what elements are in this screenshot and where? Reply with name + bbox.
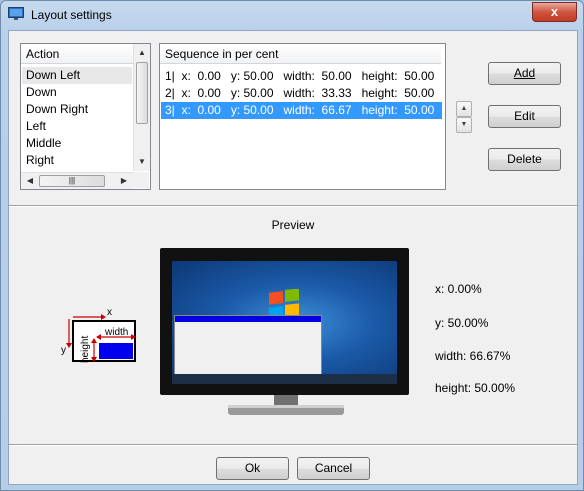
action-vertical-scrollbar[interactable]: ▲ ▼ <box>133 44 150 171</box>
desktop-screen <box>172 261 397 384</box>
action-list[interactable]: Action Down Left Down Down Right Left Mi… <box>20 43 151 190</box>
scroll-up-icon[interactable]: ▲ <box>134 45 150 61</box>
action-item[interactable]: Down Left <box>22 67 132 84</box>
window-title: Layout settings <box>31 8 112 22</box>
action-item[interactable]: Right <box>22 152 132 169</box>
action-item[interactable]: Down <box>22 84 132 101</box>
scroll-down-icon[interactable]: ▼ <box>134 154 150 170</box>
edit-button[interactable]: Edit <box>488 105 561 128</box>
up-arrow-icon: ▲ <box>460 105 468 112</box>
legend-y-label: y <box>61 345 66 356</box>
ok-button[interactable]: Ok <box>216 457 289 480</box>
legend-height-label: height <box>80 336 91 363</box>
layout-window-titlebar <box>175 316 321 322</box>
dialog-body: Action Down Left Down Down Right Left Mi… <box>8 30 578 485</box>
preview-width-value: width: 66.67% <box>435 349 511 363</box>
layout-legend-diagram: x y width height <box>61 307 136 363</box>
ok-button-label: Ok <box>244 461 261 475</box>
delete-button-label: Delete <box>507 152 542 166</box>
taskbar <box>172 374 397 384</box>
scroll-thumb[interactable] <box>136 62 148 124</box>
monitor-stand <box>228 395 344 415</box>
delete-button[interactable]: Delete <box>488 148 561 171</box>
move-down-button[interactable]: ▼ <box>456 117 472 133</box>
action-item[interactable]: Left <box>22 118 132 135</box>
down-arrow-icon: ▼ <box>460 121 468 128</box>
preview-x-value: x: 0.00% <box>435 282 482 296</box>
top-separator <box>9 205 577 207</box>
preview-label: Preview <box>271 218 315 232</box>
monitor-preview <box>160 248 409 395</box>
sequence-column-header[interactable]: Sequence in per cent <box>160 44 441 64</box>
close-icon: x <box>550 4 559 19</box>
action-item[interactable]: Down Right <box>22 101 132 118</box>
title-bar[interactable]: Layout settings x <box>1 1 583 29</box>
horizontal-scroll-thumb[interactable]: ||| <box>39 175 105 187</box>
sequence-row[interactable]: 2| x: 0.00 y: 50.00 width: 33.33 height:… <box>161 85 442 102</box>
action-column-header[interactable]: Action <box>21 44 133 64</box>
cancel-button-label: Cancel <box>314 461 353 475</box>
close-button[interactable]: x <box>532 2 577 22</box>
action-item[interactable]: Middle <box>22 135 132 152</box>
action-horizontal-scrollbar[interactable]: ◀ ||| ▶ <box>21 172 133 189</box>
bottom-separator <box>9 444 577 446</box>
move-up-button[interactable]: ▲ <box>456 101 472 117</box>
legend-x-label: x <box>107 307 112 318</box>
scroll-left-icon[interactable]: ◀ <box>22 173 38 189</box>
edit-button-label: Edit <box>514 109 535 123</box>
cancel-button[interactable]: Cancel <box>297 457 370 480</box>
preview-height-value: height: 50.00% <box>435 381 516 395</box>
legend-width-label: width <box>104 327 128 338</box>
scroll-right-icon[interactable]: ▶ <box>116 173 132 189</box>
sequence-list[interactable]: Sequence in per cent 1| x: 0.00 y: 50.00… <box>159 43 446 190</box>
add-button[interactable]: Add <box>488 62 561 85</box>
add-button-label: Add <box>513 66 536 80</box>
layout-window-preview <box>174 315 322 376</box>
preview-y-value: y: 50.00% <box>435 316 489 330</box>
monitor-icon <box>8 7 24 20</box>
sequence-row[interactable]: 3| x: 0.00 y: 50.00 width: 66.67 height:… <box>161 102 442 119</box>
sequence-row[interactable]: 1| x: 0.00 y: 50.00 width: 50.00 height:… <box>161 68 442 85</box>
layout-settings-window: Layout settings x Action Down Left Down … <box>0 0 584 491</box>
